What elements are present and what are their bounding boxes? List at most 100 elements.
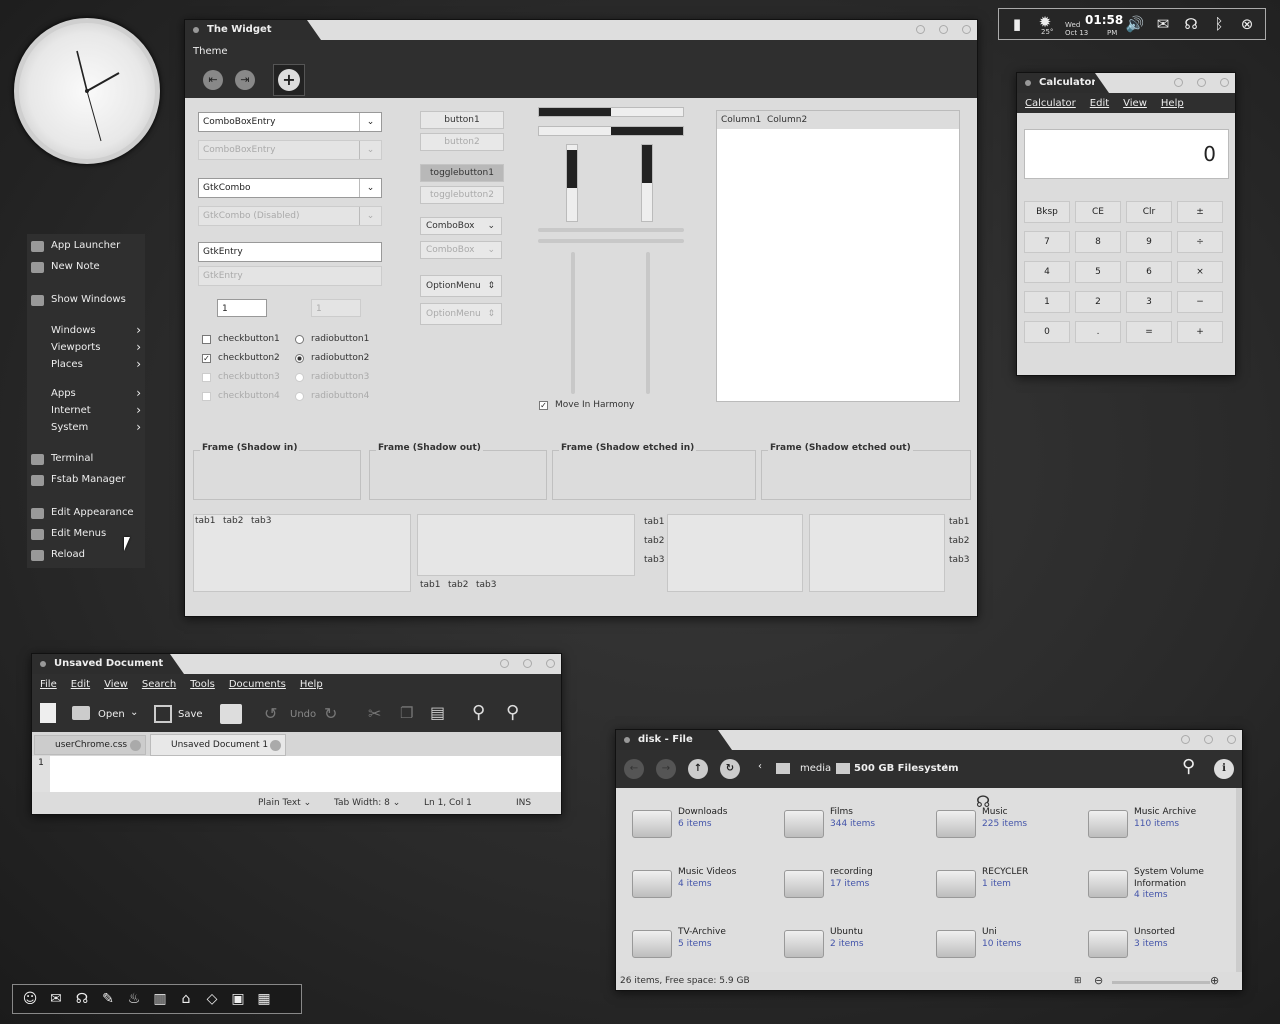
optionmenu[interactable]: OptionMenu ⇕	[420, 275, 502, 297]
folder-icon[interactable]	[1088, 810, 1128, 838]
clock-time[interactable]: 01:58	[1085, 13, 1123, 27]
folder-name[interactable]: Music Archive	[1134, 806, 1234, 818]
calc-key[interactable]: 5	[1075, 261, 1121, 283]
menu-search[interactable]: Search	[142, 679, 176, 690]
window-menu-icon[interactable]	[193, 27, 199, 33]
forward-icon[interactable]: ⇥	[235, 70, 255, 90]
radiobutton2[interactable]	[295, 354, 304, 363]
menu-documents[interactable]: Documents	[229, 679, 286, 690]
tab-unsaved-document[interactable]: Unsaved Document 1	[150, 734, 286, 756]
calc-key[interactable]: 0	[1024, 321, 1070, 343]
calc-key[interactable]: ±	[1177, 201, 1223, 223]
monitor-icon[interactable]: ▣	[227, 988, 249, 1010]
calc-key[interactable]: Clr	[1126, 201, 1172, 223]
menu-item-windows[interactable]: Windows	[51, 325, 96, 336]
file-browser-scrollbar[interactable]	[1236, 788, 1242, 972]
folder-name[interactable]: Films	[830, 806, 930, 818]
menu-view[interactable]: View	[104, 679, 128, 690]
menu-edit[interactable]: Edit	[71, 679, 90, 690]
menu-item-reload[interactable]: Reload	[51, 549, 85, 560]
chevron-down-icon[interactable]: ⌄	[359, 113, 381, 131]
menu-help[interactable]: Help	[1161, 98, 1184, 109]
tab-bottom-3[interactable]: tab3	[476, 580, 496, 590]
folder-name[interactable]: RECYCLER	[982, 866, 1082, 878]
copy-icon[interactable]: ❐	[400, 704, 413, 722]
menu-help[interactable]: Help	[300, 679, 323, 690]
calc-key[interactable]: 2	[1075, 291, 1121, 313]
menu-item-app-launcher[interactable]: App Launcher	[51, 240, 120, 251]
calc-key[interactable]: +	[1177, 321, 1223, 343]
folder-name[interactable]: Music Videos	[678, 866, 778, 878]
chevron-right-icon[interactable]: ›	[944, 761, 948, 772]
folder-name[interactable]: System Volume Information	[1134, 866, 1234, 890]
menu-item-fstab-manager[interactable]: Fstab Manager	[51, 474, 125, 485]
icon-view-icon[interactable]: ⊞	[1074, 976, 1082, 986]
maximize-icon[interactable]	[1204, 735, 1213, 744]
menu-item-new-note[interactable]: New Note	[51, 261, 100, 272]
close-icon[interactable]	[546, 659, 555, 668]
tree-view[interactable]: Column1 Column2	[716, 110, 960, 402]
zoom-out-icon[interactable]: ⊖	[1094, 974, 1103, 987]
button1[interactable]: button1	[420, 111, 504, 129]
window-menu-icon[interactable]	[1025, 80, 1031, 86]
close-icon[interactable]	[1220, 78, 1229, 87]
calc-key[interactable]: .	[1075, 321, 1121, 343]
new-document-icon[interactable]	[40, 703, 56, 723]
folder-icon[interactable]	[784, 870, 824, 898]
combo-box-entry[interactable]: ComboBoxEntry ⌄	[198, 112, 382, 132]
folder-name[interactable]: Unsorted	[1134, 926, 1234, 938]
menu-tools[interactable]: Tools	[190, 679, 215, 690]
maximize-icon[interactable]	[1197, 78, 1206, 87]
calculator-icon[interactable]: ▦	[253, 988, 275, 1010]
add-icon[interactable]: +	[273, 64, 305, 96]
gtk-entry[interactable]: GtkEntry	[198, 242, 382, 262]
mail-icon[interactable]: ✉	[45, 988, 67, 1010]
menu-item-terminal[interactable]: Terminal	[51, 453, 93, 464]
tab-width-selector[interactable]: Tab Width: 8 ⌄	[334, 798, 400, 808]
radiobutton1[interactable]	[295, 335, 304, 344]
chevron-down-icon[interactable]: ⌄	[130, 707, 138, 718]
tab-top-1[interactable]: tab1	[195, 516, 215, 526]
gtk-combo[interactable]: GtkCombo ⌄	[198, 178, 382, 198]
reload-icon[interactable]: ↻	[720, 759, 740, 779]
tab-right-1[interactable]: tab1	[949, 517, 969, 527]
menu-theme[interactable]: Theme	[193, 46, 228, 57]
replace-icon[interactable]: ⚲	[506, 702, 519, 723]
calc-key[interactable]: ×	[1177, 261, 1223, 283]
redo-icon[interactable]: ↻	[324, 704, 337, 723]
zoom-in-icon[interactable]: ⊕	[1210, 974, 1219, 987]
folder-icon[interactable]	[784, 930, 824, 958]
menu-file[interactable]: File	[40, 679, 57, 690]
calc-key[interactable]: 6	[1126, 261, 1172, 283]
tab-bottom-1[interactable]: tab1	[420, 580, 440, 590]
search-icon[interactable]: ⚲	[1182, 756, 1195, 777]
menu-item-viewports[interactable]: Viewports	[51, 342, 100, 353]
pidgin-icon[interactable]: ☺	[19, 988, 41, 1010]
maximize-icon[interactable]	[939, 25, 948, 34]
battery-icon[interactable]: ▮	[1007, 14, 1027, 34]
diamond-icon[interactable]: ◇	[201, 988, 223, 1010]
undo-button[interactable]: Undo	[290, 709, 316, 720]
tab-right-2[interactable]: tab2	[949, 536, 969, 546]
calc-key[interactable]: 3	[1126, 291, 1172, 313]
move-in-harmony-checkbox[interactable]: ✓	[539, 401, 548, 410]
minimize-icon[interactable]	[1174, 78, 1183, 87]
spin-button[interactable]: 1	[217, 299, 267, 317]
maximize-icon[interactable]	[523, 659, 532, 668]
menu-item-edit-appearance[interactable]: Edit Appearance	[51, 507, 134, 518]
undo-icon[interactable]: ↺	[264, 704, 277, 723]
paste-icon[interactable]: ▤	[430, 703, 445, 722]
folder-icon[interactable]	[936, 870, 976, 898]
menu-item-apps[interactable]: Apps	[51, 388, 76, 399]
mail-icon[interactable]: ✉	[1153, 14, 1173, 34]
combobox[interactable]: ComboBox ⌄	[420, 217, 502, 235]
folder-icon[interactable]	[632, 810, 672, 838]
headphones-icon[interactable]: ☊	[1181, 14, 1201, 34]
language-selector[interactable]: Plain Text ⌄	[258, 798, 311, 808]
forward-icon[interactable]: →	[656, 759, 676, 779]
folder-icon[interactable]	[1088, 930, 1128, 958]
menu-item-system[interactable]: System	[51, 422, 88, 433]
vscale-slider[interactable]	[571, 252, 575, 394]
folder-icon[interactable]	[936, 810, 976, 838]
breadcrumb-filesystem[interactable]: 500 GB Filesystem	[854, 763, 959, 774]
